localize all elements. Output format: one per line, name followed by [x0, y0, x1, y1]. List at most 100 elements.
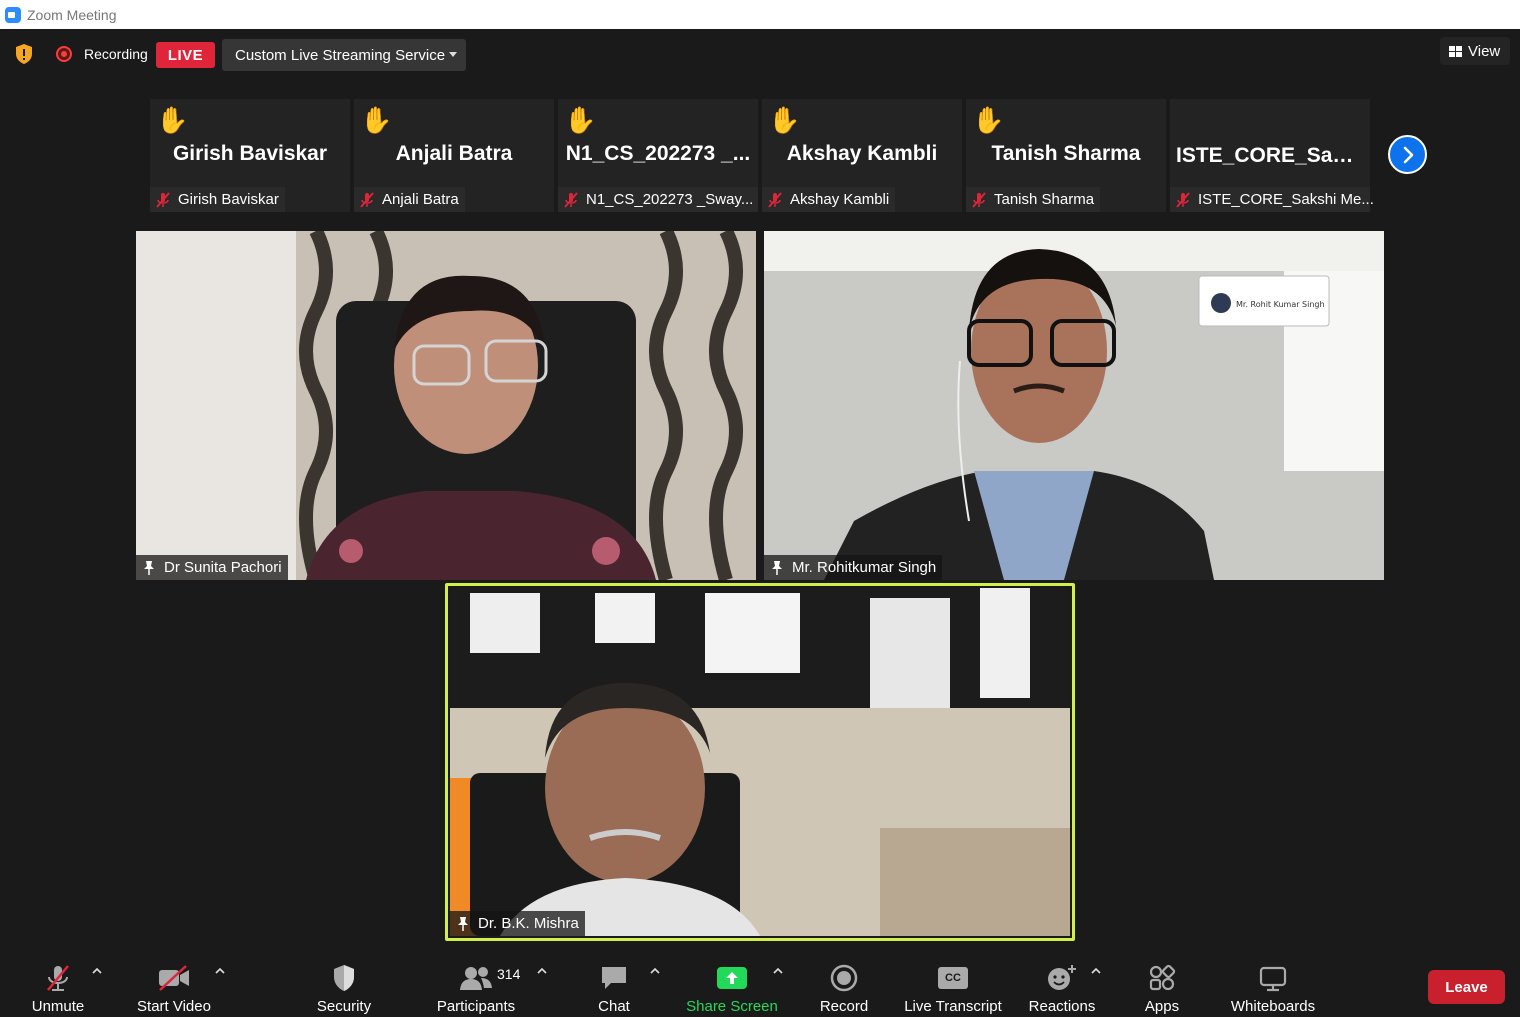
video-off-icon	[159, 965, 189, 991]
video-feed	[136, 231, 756, 580]
share-options-chevron-up-icon[interactable]	[773, 966, 783, 976]
participant-display-name: N1_CS_202273 _...	[565, 142, 751, 165]
apps-label: Apps	[1144, 998, 1180, 1015]
meeting-topbar: Recording LIVE Custom Live Streaming Ser…	[0, 29, 1520, 79]
closed-caption-icon: CC	[938, 967, 968, 989]
share-screen-button[interactable]: Share Screen	[684, 950, 780, 1017]
whiteboard-icon	[1259, 966, 1287, 992]
participant-name: Girish Baviskar	[178, 191, 279, 208]
video-tile[interactable]: Mr. Rohit Kumar Singh Mr. Rohitkumar Sin…	[764, 231, 1384, 580]
muted-mic-icon	[47, 965, 69, 991]
video-name-bar: Dr Sunita Pachori	[136, 555, 288, 580]
whiteboards-button[interactable]: Whiteboards	[1222, 950, 1324, 1017]
muted-mic-icon	[972, 191, 986, 208]
smiley-add-icon	[1048, 965, 1076, 990]
record-button[interactable]: Record	[810, 950, 878, 1017]
muted-mic-icon	[360, 191, 374, 208]
zoom-app-icon	[5, 6, 21, 23]
reactions-label: Reactions	[1028, 998, 1096, 1015]
participant-tile[interactable]: ✋ Akshay Kambli Akshay Kambli	[762, 99, 962, 212]
audio-options-chevron-up-icon[interactable]	[92, 966, 102, 976]
chat-label: Chat	[598, 998, 630, 1015]
participant-tile[interactable]: ISTE_CORE_Saks... ISTE_CORE_Sakshi Me...	[1170, 99, 1374, 212]
live-streaming-dropdown[interactable]: Custom Live Streaming Service	[222, 39, 466, 71]
video-participant-name: Dr. B.K. Mishra	[478, 915, 579, 932]
window-title: Zoom Meeting	[27, 6, 117, 23]
record-circle-icon	[830, 964, 858, 992]
participant-name: N1_CS_202273 _Sway...	[586, 191, 754, 208]
unmute-button[interactable]: Unmute	[18, 950, 98, 1017]
participants-options-chevron-up-icon[interactable]	[537, 966, 547, 976]
participants-icon	[460, 967, 492, 990]
start-video-label: Start Video	[137, 998, 211, 1015]
muted-mic-icon	[564, 191, 578, 208]
participant-display-name: Akshay Kambli	[786, 142, 938, 165]
participant-display-name: Anjali Batra	[395, 142, 513, 165]
participant-name: Tanish Sharma	[994, 191, 1095, 208]
grid-view-icon	[1449, 45, 1462, 57]
participant-name-bar: Tanish Sharma	[966, 187, 1101, 212]
participant-display-name: Tanish Sharma	[991, 142, 1141, 165]
security-label: Security	[316, 998, 372, 1015]
whiteboards-label: Whiteboards	[1230, 998, 1316, 1015]
caret-down-icon	[449, 52, 457, 57]
pin-icon	[144, 560, 154, 575]
unmute-label: Unmute	[31, 998, 85, 1015]
participant-display-name: ISTE_CORE_Saks...	[1176, 144, 1364, 167]
participant-name: Akshay Kambli	[790, 191, 890, 208]
participant-name-bar: Akshay Kambli	[762, 187, 896, 212]
reactions-options-chevron-up-icon[interactable]	[1091, 966, 1101, 976]
share-screen-label: Share Screen	[686, 998, 778, 1015]
security-shield-icon	[334, 965, 354, 991]
chat-button[interactable]: Chat	[584, 950, 644, 1017]
meeting-info-shield-icon[interactable]	[14, 43, 34, 65]
video-tile[interactable]: Dr Sunita Pachori	[136, 231, 756, 580]
meeting-toolbar: Unmute Start Video Security Participants…	[0, 950, 1520, 1017]
video-name-bar: Dr. B.K. Mishra	[450, 911, 585, 936]
participant-name-bar: N1_CS_202273 _Sway...	[558, 187, 758, 212]
next-page-button[interactable]	[1388, 135, 1427, 174]
participant-display-name: Girish Baviskar	[172, 142, 328, 165]
leave-button[interactable]: Leave	[1428, 970, 1505, 1004]
chevron-right-icon	[1403, 146, 1413, 163]
raised-hand-icon: ✋	[972, 105, 1005, 135]
participant-tile[interactable]: ✋ Anjali Batra Anjali Batra	[354, 99, 554, 212]
participant-name: Anjali Batra	[382, 191, 459, 208]
participants-label: Participants	[436, 998, 516, 1015]
security-button[interactable]: Security	[304, 950, 384, 1017]
participant-name-bar: Girish Baviskar	[150, 187, 285, 212]
video-tile[interactable]: Dr. B.K. Mishra	[450, 588, 1070, 936]
view-button[interactable]: View	[1440, 37, 1510, 65]
raised-hand-icon: ✋	[360, 105, 393, 135]
apps-button[interactable]: Apps	[1136, 950, 1188, 1017]
start-video-button[interactable]: Start Video	[130, 950, 218, 1017]
video-name-bar: Mr. Rohitkumar Singh	[764, 555, 943, 580]
participant-name: ISTE_CORE_Sakshi Me...	[1198, 191, 1374, 208]
reactions-button[interactable]: Reactions	[1024, 950, 1100, 1017]
participant-tile[interactable]: ✋ Girish Baviskar Girish Baviskar	[150, 99, 350, 212]
muted-mic-icon	[1176, 191, 1190, 208]
raised-hand-icon: ✋	[564, 105, 597, 135]
participants-button[interactable]: Participants	[430, 950, 522, 1017]
recording-label: Recording	[84, 46, 148, 62]
muted-mic-icon	[156, 191, 170, 208]
participant-name-bar: ISTE_CORE_Sakshi Me...	[1170, 187, 1374, 212]
record-label: Record	[819, 998, 869, 1015]
live-transcript-label: Live Transcript	[904, 998, 1002, 1015]
participants-count: 314	[497, 966, 521, 982]
chat-options-chevron-up-icon[interactable]	[650, 966, 660, 976]
pin-icon	[772, 560, 782, 575]
live-transcript-button[interactable]: CC Live Transcript	[898, 950, 1008, 1017]
muted-mic-icon	[768, 191, 782, 208]
raised-hand-icon: ✋	[768, 105, 801, 135]
cc-text: CC	[945, 972, 961, 984]
participant-tile[interactable]: ✋ N1_CS_202273 _... N1_CS_202273 _Sway..…	[558, 99, 758, 212]
raised-hand-icon: ✋	[156, 105, 189, 135]
participant-tile[interactable]: ✋ Tanish Sharma Tanish Sharma	[966, 99, 1166, 212]
video-feed: Mr. Rohit Kumar Singh	[764, 231, 1384, 580]
video-options-chevron-up-icon[interactable]	[215, 966, 225, 976]
share-screen-arrow-icon	[717, 967, 747, 989]
video-participant-name: Dr Sunita Pachori	[164, 559, 282, 576]
live-badge: LIVE	[156, 42, 215, 68]
recording-icon	[56, 46, 72, 62]
